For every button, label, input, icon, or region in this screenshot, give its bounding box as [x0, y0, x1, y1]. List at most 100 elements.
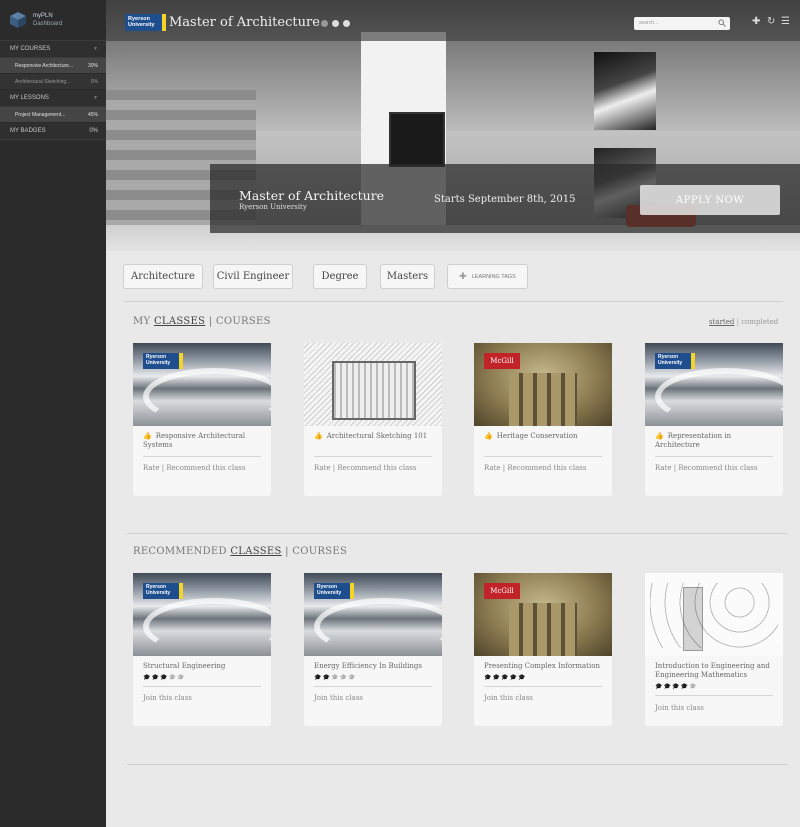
ryerson-logo[interactable]: Ryerson University [125, 14, 166, 31]
tab-classes[interactable]: CLASSES [154, 316, 205, 327]
tab-courses[interactable]: COURSES [292, 546, 347, 557]
rating-cap-icon[interactable]: 🎓 [322, 674, 330, 681]
class-title: Structural Engineering [143, 662, 226, 670]
mcgill-badge: McGill [484, 353, 520, 369]
section-label: MY LESSONS [10, 95, 49, 101]
rate-link[interactable]: Rate [314, 464, 331, 472]
rating-cap-icon[interactable]: 🎓 [492, 674, 500, 681]
class-actions: Rate | Recommend this class [314, 464, 417, 472]
class-title: 👍 Representation in Architecture [655, 432, 775, 450]
filter-started[interactable]: started [709, 318, 734, 326]
rating-cap-icon[interactable]: 🎓 [348, 674, 356, 681]
rating-cap-icon[interactable]: 🎓 [339, 674, 347, 681]
recommended-card[interactable]: Ryerson University Structural Engineerin… [133, 573, 271, 726]
divider [655, 456, 773, 457]
sidebar-item-label: Architectural Sketching... [15, 78, 71, 85]
class-card[interactable]: Ryerson University 👍 Representation in Ar… [645, 343, 783, 496]
class-card[interactable]: Ryerson University 👍 Responsive Architect… [133, 343, 271, 496]
tag-degree[interactable]: Degree [313, 264, 367, 289]
menu-icon[interactable]: ☰ [781, 17, 790, 27]
rating-cap-icon[interactable]: 🎓 [680, 683, 688, 690]
my-classes-heading: MY CLASSES | COURSES [133, 316, 271, 327]
tag-civil-engineer[interactable]: Civil Engineer [213, 264, 293, 289]
join-class-link[interactable]: Join this class [314, 694, 363, 702]
filter-separator: | [736, 318, 739, 326]
class-image: McGill [474, 343, 612, 426]
tab-courses[interactable]: COURSES [216, 316, 271, 327]
cube-logo-icon [10, 12, 26, 28]
rating-cap-icon[interactable]: 🎓 [518, 674, 526, 681]
rate-link[interactable]: Rate [655, 464, 672, 472]
class-image: Ryerson University [645, 343, 783, 426]
class-card[interactable]: McGill 👍 Heritage Conservation Rate | Rec… [474, 343, 612, 496]
join-class-link[interactable]: Join this class [143, 694, 192, 702]
recommended-card[interactable]: Ryerson University Energy Efficiency In … [304, 573, 442, 726]
divider [127, 533, 787, 534]
class-image [304, 343, 442, 426]
plus-icon[interactable]: ✚ [752, 17, 760, 27]
sidebar-item-architectural-sketching[interactable]: Architectural Sketching... 0% [0, 74, 106, 90]
divider [143, 686, 261, 687]
search-icon[interactable] [718, 19, 726, 27]
thumbs-up-icon[interactable]: 👍 [655, 432, 664, 440]
thumbs-up-icon[interactable]: 👍 [314, 432, 323, 440]
join-class-link[interactable]: Join this class [655, 704, 704, 712]
filter-completed[interactable]: completed [741, 318, 778, 326]
sidebar-section-my-lessons[interactable]: MY LESSONS ▼ [0, 90, 106, 107]
search-input[interactable]: search... [634, 17, 730, 30]
rating-cap-icon[interactable]: 🎓 [151, 674, 159, 681]
recommended-card[interactable]: Introduction to Engineering and Engineer… [645, 573, 783, 726]
class-title: Energy Efficiency In Buildings [314, 662, 422, 670]
hero-image-tv [389, 112, 445, 167]
class-card[interactable]: 👍 Architectural Sketching 101 Rate | Reco… [304, 343, 442, 496]
tab-classes[interactable]: CLASSES [230, 546, 281, 557]
recommend-link[interactable]: Recommend this class [337, 464, 416, 472]
recommend-link[interactable]: Recommend this class [166, 464, 245, 472]
carousel-dot[interactable] [332, 20, 339, 27]
rating-cap-icon[interactable]: 🎓 [663, 683, 671, 690]
class-actions: Rate | Recommend this class [484, 464, 587, 472]
sidebar-item-project-management[interactable]: Project Management... 45% [0, 107, 106, 123]
carousel-dot[interactable] [343, 20, 350, 27]
class-title-text: Architectural Sketching 101 [326, 432, 428, 440]
learning-tags-button[interactable]: ✚ LEARNING TAGS [447, 264, 528, 289]
class-title-text: Responsive Architectural Systems [143, 432, 246, 449]
tag-masters[interactable]: Masters [380, 264, 435, 289]
brand[interactable]: myPLN Dashboard [0, 0, 106, 41]
page-title: Master of Architecture [169, 15, 320, 30]
divider [314, 456, 432, 457]
rating-cap-icon[interactable]: 🎓 [689, 683, 697, 690]
class-title: Presenting Complex Information [484, 662, 600, 670]
apply-now-button[interactable]: APPLY NOW [640, 185, 780, 215]
recommended-card[interactable]: McGill Presenting Complex Information 🎓🎓… [474, 573, 612, 726]
rate-link[interactable]: Rate [484, 464, 501, 472]
rate-link[interactable]: Rate [143, 464, 160, 472]
section-label: MY BADGES [10, 128, 46, 134]
rating-cap-icon[interactable]: 🎓 [177, 674, 185, 681]
recommend-link[interactable]: Recommend this class [507, 464, 586, 472]
thumbs-up-icon[interactable]: 👍 [484, 432, 493, 440]
sidebar-item-progress: 45% [87, 111, 98, 118]
rating-cap-icon[interactable]: 🎓 [509, 674, 517, 681]
divider [127, 764, 787, 765]
brand-sub: Dashboard [33, 21, 63, 27]
class-title: 👍 Architectural Sketching 101 [314, 432, 434, 441]
recommend-link[interactable]: Recommend this class [678, 464, 757, 472]
carousel-dot[interactable] [321, 20, 328, 27]
heading-separator: | [208, 316, 213, 327]
sidebar-section-my-badges[interactable]: MY BADGES 0% [0, 123, 106, 140]
heading-prefix: RECOMMENDED [133, 546, 227, 557]
sidebar-section-my-courses[interactable]: MY COURSES ▼ [0, 41, 106, 58]
divider [143, 456, 261, 457]
search-placeholder: search... [639, 20, 659, 26]
sidebar-item-responsive-architecture[interactable]: Responsive Architecture... 30% [0, 58, 106, 74]
class-actions: Rate | Recommend this class [143, 464, 246, 472]
refresh-icon[interactable]: ↻ [767, 17, 775, 27]
ryerson-badge: Ryerson University [314, 583, 354, 599]
join-class-link[interactable]: Join this class [484, 694, 533, 702]
rating-cap-icon[interactable]: 🎓 [168, 674, 176, 681]
tag-architecture[interactable]: Architecture [123, 264, 203, 289]
thumbs-up-icon[interactable]: 👍 [143, 432, 152, 440]
sidebar-item-progress: 0% [90, 78, 98, 85]
class-image: Ryerson University [133, 573, 271, 656]
